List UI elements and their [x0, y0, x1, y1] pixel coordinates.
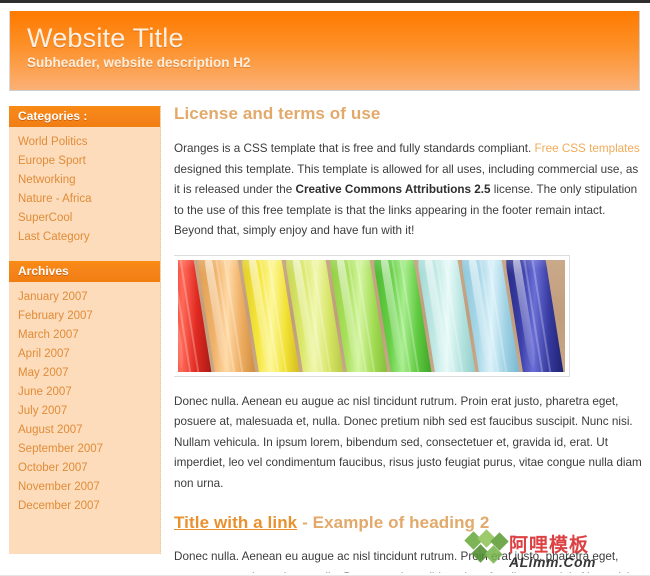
list-item: December 2007: [9, 497, 160, 516]
list-item: August 2007: [9, 421, 160, 440]
paragraph-license-text-a: Oranges is a CSS template that is free a…: [174, 142, 535, 155]
content-heading-title-with-link: Title with a link - Example of heading 2: [174, 512, 642, 534]
list-item: September 2007: [9, 440, 160, 459]
site-title: Website Title: [27, 23, 184, 53]
paragraph-lorem-two: Donec nulla. Aenean eu augue ac nisl tin…: [174, 550, 633, 573]
list-item: June 2007: [9, 383, 160, 402]
sidebar: Categories : World Politics Europe Sport…: [9, 106, 161, 554]
list-item: May 2007: [9, 364, 160, 383]
sidebar-item-last-category[interactable]: Last Category: [9, 228, 160, 247]
sidebar-archive-november-2007[interactable]: November 2007: [9, 478, 160, 497]
marker-pens-photo: [178, 259, 565, 372]
sidebar-item-europe-sport[interactable]: Europe Sport: [9, 152, 160, 171]
page-root: Website Title Subheader, website descrip…: [0, 0, 650, 576]
heading-rest-text: - Example of heading 2: [297, 513, 490, 532]
sidebar-heading-categories: Categories :: [9, 106, 160, 127]
top-rule-divider: [0, 0, 650, 3]
page-columns: Categories : World Politics Europe Sport…: [0, 97, 650, 576]
list-item: Nature - Africa: [9, 190, 160, 209]
list-item: April 2007: [9, 345, 160, 364]
list-item: Last Category: [9, 228, 160, 247]
site-subtitle: Subheader, website description H2: [27, 55, 251, 70]
heading-inline-link[interactable]: Title with a link: [174, 513, 297, 532]
content-photo-frame: [174, 254, 570, 377]
sidebar-item-supercool[interactable]: SuperCool: [9, 209, 160, 228]
sidebar-archive-july-2007[interactable]: July 2007: [9, 402, 160, 421]
license-name-emphasis: Creative Commons Attributions 2.5: [295, 183, 491, 196]
sidebar-archive-march-2007[interactable]: March 2007: [9, 326, 160, 345]
sidebar-item-world-politics[interactable]: World Politics: [9, 133, 160, 152]
site-header: Website Title Subheader, website descrip…: [9, 11, 640, 91]
sidebar-item-nature-africa[interactable]: Nature - Africa: [9, 190, 160, 209]
sidebar-archives-list: January 2007 February 2007 March 2007 Ap…: [9, 282, 160, 516]
sidebar-archive-august-2007[interactable]: August 2007: [9, 421, 160, 440]
sidebar-archive-december-2007[interactable]: December 2007: [9, 497, 160, 516]
sidebar-archive-september-2007[interactable]: September 2007: [9, 440, 160, 459]
list-item: World Politics: [9, 133, 160, 152]
list-item: Europe Sport: [9, 152, 160, 171]
sidebar-item-networking[interactable]: Networking: [9, 171, 160, 190]
main-content: License and terms of use Oranges is a CS…: [174, 103, 642, 573]
sidebar-archive-june-2007[interactable]: June 2007: [9, 383, 160, 402]
list-item: July 2007: [9, 402, 160, 421]
sidebar-archive-october-2007[interactable]: October 2007: [9, 459, 160, 478]
paragraph-license: Oranges is a CSS template that is free a…: [174, 139, 642, 242]
sidebar-archive-january-2007[interactable]: January 2007: [9, 288, 160, 307]
list-item: January 2007: [9, 288, 160, 307]
list-item: Networking: [9, 171, 160, 190]
paragraph-lorem-one: Donec nulla. Aenean eu augue ac nisl tin…: [174, 394, 642, 490]
list-item: November 2007: [9, 478, 160, 497]
sidebar-heading-archives: Archives: [9, 261, 160, 282]
sidebar-archive-april-2007[interactable]: April 2007: [9, 345, 160, 364]
list-item: February 2007: [9, 307, 160, 326]
content-heading-license: License and terms of use: [174, 104, 381, 123]
list-item: March 2007: [9, 326, 160, 345]
list-item: October 2007: [9, 459, 160, 478]
site-header-inner: Website Title Subheader, website descrip…: [10, 11, 639, 71]
sidebar-archive-may-2007[interactable]: May 2007: [9, 364, 160, 383]
sidebar-categories-list: World Politics Europe Sport Networking N…: [9, 127, 160, 247]
sidebar-archive-february-2007[interactable]: February 2007: [9, 307, 160, 326]
free-css-templates-link[interactable]: Free CSS templates: [535, 142, 640, 155]
list-item: SuperCool: [9, 209, 160, 228]
